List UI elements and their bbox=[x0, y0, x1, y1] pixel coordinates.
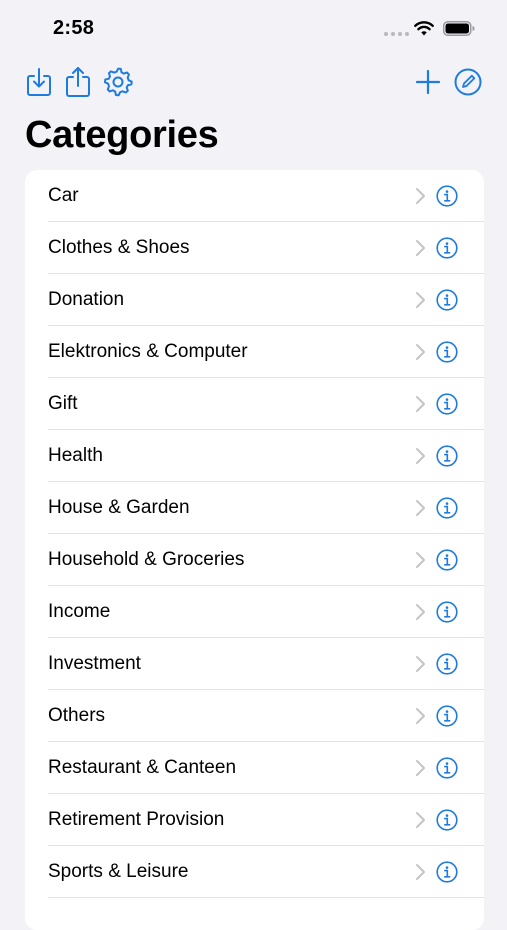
chevron-right-icon bbox=[416, 188, 425, 204]
chevron-right-icon bbox=[416, 604, 425, 620]
category-label: Donation bbox=[48, 289, 125, 310]
gear-icon[interactable] bbox=[102, 64, 134, 100]
chevron-right-icon bbox=[416, 240, 425, 256]
category-row-donation[interactable]: Donation bbox=[25, 274, 484, 326]
cellular-signal-icon bbox=[384, 32, 409, 36]
chevron-right-icon bbox=[416, 292, 425, 308]
share-icon[interactable] bbox=[62, 64, 94, 100]
edit-icon[interactable] bbox=[452, 64, 484, 100]
page-title: Categories bbox=[25, 114, 219, 156]
category-label: Elektronics & Computer bbox=[48, 341, 248, 362]
category-label: Health bbox=[48, 445, 103, 466]
status-bar: 2:58 bbox=[0, 0, 507, 56]
category-row-health[interactable]: Health bbox=[25, 430, 484, 482]
chevron-right-icon bbox=[416, 760, 425, 776]
category-row-gift[interactable]: Gift bbox=[25, 378, 484, 430]
category-label: Retirement Provision bbox=[48, 809, 225, 830]
info-icon[interactable] bbox=[436, 549, 458, 571]
chevron-right-icon bbox=[416, 864, 425, 880]
info-icon[interactable] bbox=[436, 185, 458, 207]
category-row-elektronics-computer[interactable]: Elektronics & Computer bbox=[25, 326, 484, 378]
category-row-household-groceries[interactable]: Household & Groceries bbox=[25, 534, 484, 586]
category-row-others[interactable]: Others bbox=[25, 690, 484, 742]
category-label: Gift bbox=[48, 393, 78, 414]
category-row-restaurant-canteen[interactable]: Restaurant & Canteen bbox=[25, 742, 484, 794]
category-label: Others bbox=[48, 705, 106, 726]
info-icon[interactable] bbox=[436, 705, 458, 727]
category-label: Household & Groceries bbox=[48, 549, 245, 570]
chevron-right-icon bbox=[416, 448, 425, 464]
toolbar bbox=[0, 64, 507, 104]
chevron-right-icon bbox=[416, 500, 425, 516]
category-label: Income bbox=[48, 601, 111, 622]
chevron-right-icon bbox=[416, 552, 425, 568]
category-label: Restaurant & Canteen bbox=[48, 757, 237, 778]
category-label: Clothes & Shoes bbox=[48, 237, 190, 258]
category-label: Sports & Leisure bbox=[48, 861, 189, 882]
category-row-clothes-shoes[interactable]: Clothes & Shoes bbox=[25, 222, 484, 274]
info-icon[interactable] bbox=[436, 341, 458, 363]
info-icon[interactable] bbox=[436, 445, 458, 467]
category-list: Car Clothes & Shoes Donation Elektronics… bbox=[25, 170, 484, 930]
info-icon[interactable] bbox=[436, 861, 458, 883]
plus-icon[interactable] bbox=[412, 64, 444, 100]
info-icon[interactable] bbox=[436, 497, 458, 519]
battery-icon bbox=[443, 21, 475, 36]
info-icon[interactable] bbox=[436, 237, 458, 259]
category-label: House & Garden bbox=[48, 497, 190, 518]
info-icon[interactable] bbox=[436, 757, 458, 779]
status-time: 2:58 bbox=[53, 17, 95, 39]
wifi-icon bbox=[414, 21, 434, 36]
info-icon[interactable] bbox=[436, 809, 458, 831]
category-label: Car bbox=[48, 185, 79, 206]
import-icon[interactable] bbox=[23, 64, 55, 100]
info-icon[interactable] bbox=[436, 393, 458, 415]
category-row-car[interactable]: Car bbox=[25, 170, 484, 222]
info-icon[interactable] bbox=[436, 601, 458, 623]
chevron-right-icon bbox=[416, 396, 425, 412]
chevron-right-icon bbox=[416, 344, 425, 360]
category-row-house-garden[interactable]: House & Garden bbox=[25, 482, 484, 534]
chevron-right-icon bbox=[416, 812, 425, 828]
category-label: Investment bbox=[48, 653, 141, 674]
chevron-right-icon bbox=[416, 656, 425, 672]
category-row-sports-leisure[interactable]: Sports & Leisure bbox=[25, 846, 484, 898]
info-icon[interactable] bbox=[436, 653, 458, 675]
chevron-right-icon bbox=[416, 708, 425, 724]
info-icon[interactable] bbox=[436, 289, 458, 311]
category-row-retirement-provision[interactable]: Retirement Provision bbox=[25, 794, 484, 846]
category-row-investment[interactable]: Investment bbox=[25, 638, 484, 690]
category-row-income[interactable]: Income bbox=[25, 586, 484, 638]
